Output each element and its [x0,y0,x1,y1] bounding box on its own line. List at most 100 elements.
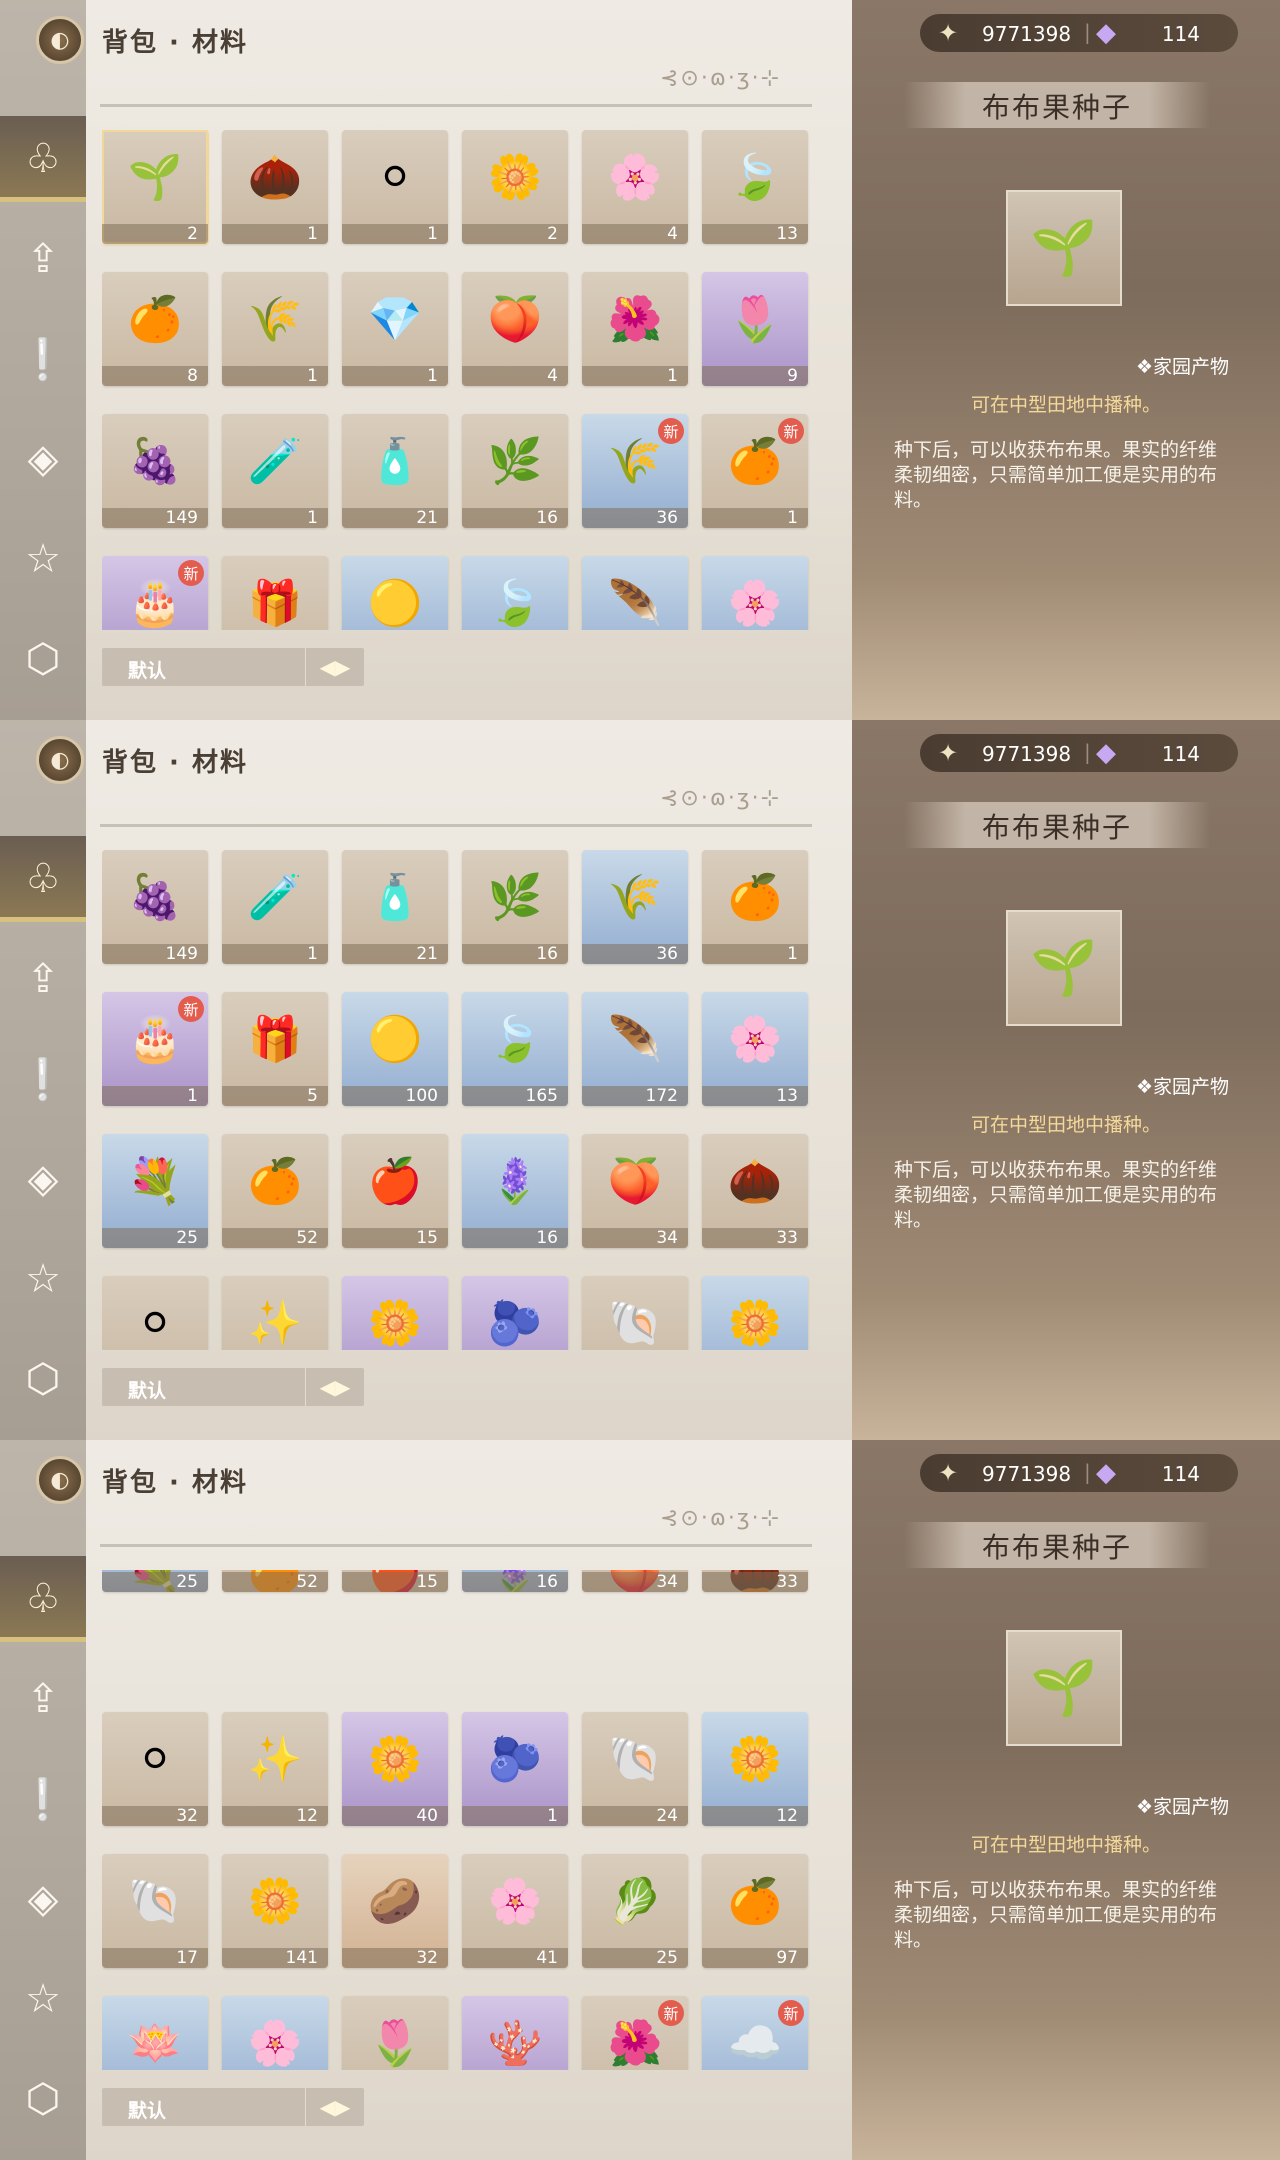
item-slot[interactable]: 🌸 41 [462,1854,568,1968]
item-slot[interactable]: 🐚24 [582,1276,688,1350]
item-slot[interactable]: 🌾 36 新 [582,414,688,528]
item-slot[interactable]: 🍊52 [222,1570,328,1592]
sidebar-leaf-hand-tab[interactable]: ♧ [0,836,86,922]
sidebar-upgrade-arrow-tab[interactable]: ⇪ [0,216,86,302]
sidebar-crystal-tab[interactable]: ◈ [0,1136,86,1222]
item-count: 15 [342,1572,448,1592]
item-slot[interactable]: 🌰 1 [222,130,328,244]
sort-dropdown[interactable]: 默认 ◀▶ [102,648,364,686]
item-slot[interactable]: 🪻16 [462,1134,568,1248]
item-slot[interactable]: 🍊 1 新 [702,414,808,528]
item-slot[interactable]: 🪷12 [102,1996,208,2070]
sidebar-star-tab[interactable]: ☆ [0,1236,86,1322]
item-slot[interactable]: 🍊 1 [702,850,808,964]
item-slot[interactable]: 🪻16 [462,1570,568,1592]
sidebar-crystal-tab[interactable]: ◈ [0,416,86,502]
item-slot[interactable]: ✨12 [222,1276,328,1350]
item-slot[interactable]: 🌿 16 [462,850,568,964]
item-slot[interactable]: 🥔 32 [342,1854,448,1968]
item-slot[interactable]: 🍊 97 [702,1854,808,1968]
sidebar-star-tab[interactable]: ☆ [0,1956,86,2042]
item-slot[interactable]: 🪶 172 [582,992,688,1106]
item-slot[interactable]: 🍇 149 [102,850,208,964]
item-slot[interactable]: 🌼 2 [462,130,568,244]
item-slot[interactable]: 🍑 4 [462,272,568,386]
item-slot[interactable]: 🍎15 [342,1134,448,1248]
sort-order-toggle-icon[interactable]: ◀▶ [305,648,364,686]
sidebar-cube-tab[interactable]: ⬡ [0,1336,86,1422]
item-slot[interactable]: 🍇 149 [102,414,208,528]
menu-logo-icon[interactable]: ◐ [36,16,84,64]
item-slot[interactable]: 🍃 [462,556,568,630]
item-slot[interactable]: ✨12 [222,1712,328,1826]
sidebar-quest-alert-tab[interactable]: ❕ [0,1756,86,1842]
item-slot[interactable]: 🐚 17 [102,1854,208,1968]
item-slot[interactable]: 🌸 [702,556,808,630]
item-slot[interactable]: 🌸 13 [702,992,808,1106]
item-slot[interactable]: 🍊 8 [102,272,208,386]
item-slot[interactable]: 🌾 36 [582,850,688,964]
sort-order-toggle-icon[interactable]: ◀▶ [305,1368,364,1406]
sidebar-leaf-hand-tab[interactable]: ♧ [0,116,86,202]
item-slot[interactable]: ☁️12新 [702,1996,808,2070]
item-slot[interactable]: 🐚24 [582,1712,688,1826]
menu-logo-icon[interactable]: ◐ [36,1456,84,1504]
sidebar-quest-alert-tab[interactable]: ❕ [0,1036,86,1122]
item-slot[interactable]: 🧴 21 [342,850,448,964]
item-slot[interactable]: 🌸36 [222,1996,328,2070]
item-slot[interactable]: 🎂 新 [102,556,208,630]
item-slot[interactable]: 🌼40 [342,1712,448,1826]
item-slot[interactable]: 💐25 [102,1570,208,1592]
item-slot[interactable]: 🌿 16 [462,414,568,528]
item-slot[interactable]: 🌷81 [342,1996,448,2070]
item-slot[interactable]: 🌼40 [342,1276,448,1350]
item-slot[interactable]: 🎁 5 [222,992,328,1106]
sort-dropdown[interactable]: 默认 ◀▶ [102,1368,364,1406]
sidebar-upgrade-arrow-tab[interactable]: ⇪ [0,936,86,1022]
item-slot[interactable]: 🪶 [582,556,688,630]
item-slot[interactable]: 🌺 1 [582,272,688,386]
item-slot[interactable]: 🍑34 [582,1570,688,1592]
sidebar-star-tab[interactable]: ☆ [0,516,86,602]
item-slot[interactable]: 🪸3 [462,1996,568,2070]
sidebar-crystal-tab[interactable]: ◈ [0,1856,86,1942]
sort-dropdown[interactable]: 默认 ◀▶ [102,2088,364,2126]
item-slot[interactable]: 💐25 [102,1134,208,1248]
item-slot[interactable]: 🍎15 [342,1570,448,1592]
item-slot[interactable]: 🌾 1 [222,272,328,386]
item-slot[interactable]: 🧪 1 [222,414,328,528]
item-slot[interactable]: 🌼12 [702,1712,808,1826]
item-slot[interactable]: 🌷 9 [702,272,808,386]
item-slot[interactable]: 🍃 165 [462,992,568,1106]
item-slot[interactable]: 🥬 25 [582,1854,688,1968]
item-slot[interactable]: 🌰33 [702,1570,808,1592]
item-slot[interactable]: 🫐1 [462,1712,568,1826]
item-slot[interactable]: 🌼12 [702,1276,808,1350]
item-slot[interactable]: ⚪ 1 [342,130,448,244]
sort-order-toggle-icon[interactable]: ◀▶ [305,2088,364,2126]
item-slot[interactable]: 🫐1 [462,1276,568,1350]
sidebar-leaf-hand-tab[interactable]: ♧ [0,1556,86,1642]
item-slot[interactable]: 🌺4新 [582,1996,688,2070]
sidebar-cube-tab[interactable]: ⬡ [0,2056,86,2142]
item-slot[interactable]: 🌸 4 [582,130,688,244]
item-slot[interactable]: ⚪32 [102,1276,208,1350]
item-slot[interactable]: 🌱 2 [102,130,209,245]
item-slot[interactable]: 🎂 1 新 [102,992,208,1106]
item-slot[interactable]: 🍊52 [222,1134,328,1248]
item-slot[interactable]: 🧴 21 [342,414,448,528]
sidebar-quest-alert-tab[interactable]: ❕ [0,316,86,402]
menu-logo-icon[interactable]: ◐ [36,736,84,784]
item-slot[interactable]: 💎 1 [342,272,448,386]
sidebar-upgrade-arrow-tab[interactable]: ⇪ [0,1656,86,1742]
item-slot[interactable]: 🎁 [222,556,328,630]
item-slot[interactable]: 🟡 100 [342,992,448,1106]
item-slot[interactable]: 🌼 141 [222,1854,328,1968]
item-slot[interactable]: 🟡 [342,556,448,630]
item-slot[interactable]: 🧪 1 [222,850,328,964]
item-slot[interactable]: 🍃 13 [702,130,808,244]
sidebar-cube-tab[interactable]: ⬡ [0,616,86,702]
item-slot[interactable]: 🌰33 [702,1134,808,1248]
item-slot[interactable]: ⚪32 [102,1712,208,1826]
item-slot[interactable]: 🍑34 [582,1134,688,1248]
